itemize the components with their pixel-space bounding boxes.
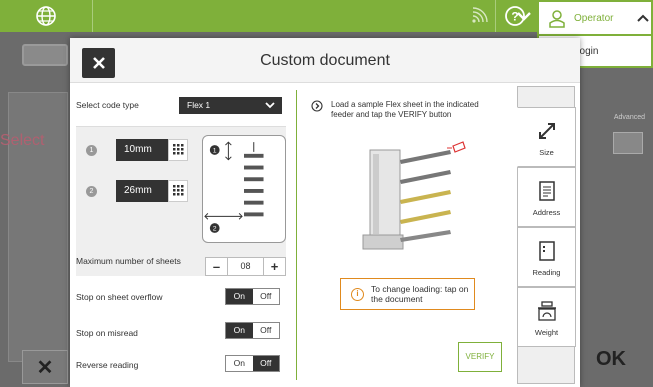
toggle-off[interactable]: Off (252, 356, 279, 371)
back-button (22, 44, 68, 66)
stop-misread-toggle[interactable]: On Off (225, 322, 280, 339)
verify-button[interactable]: VERIFY (458, 342, 502, 372)
dimension-2-field[interactable]: 26mm (116, 180, 168, 202)
tab-weight[interactable]: Weight (517, 287, 576, 347)
dimension-1-marker: 1 (86, 145, 97, 156)
decrement-button[interactable]: – (206, 258, 228, 275)
note-text: To change loading: tap on the document (371, 284, 469, 304)
operator-icon (549, 10, 565, 28)
dialog-title: Custom document (260, 52, 390, 69)
background-cancel-button: ✕ (22, 350, 68, 384)
stop-overflow-label: Stop on sheet overflow (76, 292, 163, 302)
toggle-off[interactable]: Off (252, 323, 279, 338)
keypad-icon (173, 185, 184, 196)
stop-misread-label: Stop on misread (76, 328, 138, 338)
dimension-1-field[interactable]: 10mm (116, 139, 168, 161)
toggle-on[interactable]: On (226, 289, 253, 304)
toggle-on[interactable]: On (226, 323, 253, 338)
info-icon: i (351, 288, 364, 301)
flex-code-diagram: 1 2 (202, 135, 286, 243)
inserter-machine-illustration[interactable] (355, 130, 485, 260)
language-button[interactable] (0, 0, 93, 32)
svg-text:1: 1 (213, 147, 217, 154)
tab-size-label: Size (539, 148, 554, 157)
code-type-select[interactable]: Flex 1 (179, 97, 282, 114)
stop-overflow-toggle[interactable]: On Off (225, 288, 280, 305)
instruction-text: Load a sample Flex sheet in the indicate… (331, 100, 479, 119)
tab-weight-label: Weight (534, 328, 559, 337)
increment-button[interactable]: + (263, 258, 285, 275)
panel-divider (296, 90, 297, 380)
operator-label: Operator (574, 13, 614, 24)
loading-note: i To change loading: tap on the document (340, 278, 475, 310)
tab-address-label: Address (532, 208, 561, 217)
keypad-1-button[interactable] (168, 139, 188, 161)
tab-size[interactable]: Size (517, 107, 576, 167)
reverse-reading-label: Reverse reading (76, 360, 139, 370)
keypad-icon (173, 144, 184, 155)
chevron-up-icon (637, 14, 649, 22)
side-tabs: Size Address Reading Weight (517, 86, 576, 384)
reverse-reading-toggle[interactable]: On Off (225, 355, 280, 372)
toggle-off[interactable]: Off (252, 289, 279, 304)
chevron-right-circle-icon (311, 100, 323, 112)
code-type-value: Flex 1 (187, 100, 211, 110)
address-icon (538, 181, 555, 201)
advanced-label: Advanced (613, 114, 645, 121)
resize-icon (538, 123, 555, 139)
tab-reading[interactable]: Reading (517, 227, 576, 287)
dialog-header: Custom document (70, 38, 580, 83)
background-ok-button: OK (596, 348, 626, 370)
svg-text:2: 2 (213, 225, 217, 232)
max-sheets-value[interactable]: 08 (228, 258, 263, 275)
code-config-panel: 1 10mm 2 26mm 1 2 (76, 126, 286, 276)
chevron-down-icon[interactable] (513, 6, 535, 26)
max-sheets-label: Maximum number of sheets (76, 256, 181, 266)
keypad-2-button[interactable] (168, 180, 188, 202)
dimension-2-marker: 2 (86, 186, 97, 197)
reading-icon (538, 241, 555, 261)
chevron-down-icon (265, 102, 275, 109)
background-select-label: Select (0, 132, 45, 149)
weight-icon (537, 301, 556, 321)
max-sheets-stepper: – 08 + (205, 257, 286, 276)
custom-document-dialog: Custom document Select code type Flex 1 … (70, 38, 580, 387)
tab-address[interactable]: Address (517, 167, 576, 227)
tab-reading-label: Reading (532, 268, 561, 277)
operator-menu-button[interactable]: Operator (537, 0, 653, 36)
advanced-gear-icon (613, 132, 643, 154)
globe-icon (36, 6, 56, 26)
toggle-on[interactable]: On (226, 356, 253, 371)
code-type-label: Select code type (76, 100, 139, 110)
connection-icon[interactable] (470, 7, 488, 25)
